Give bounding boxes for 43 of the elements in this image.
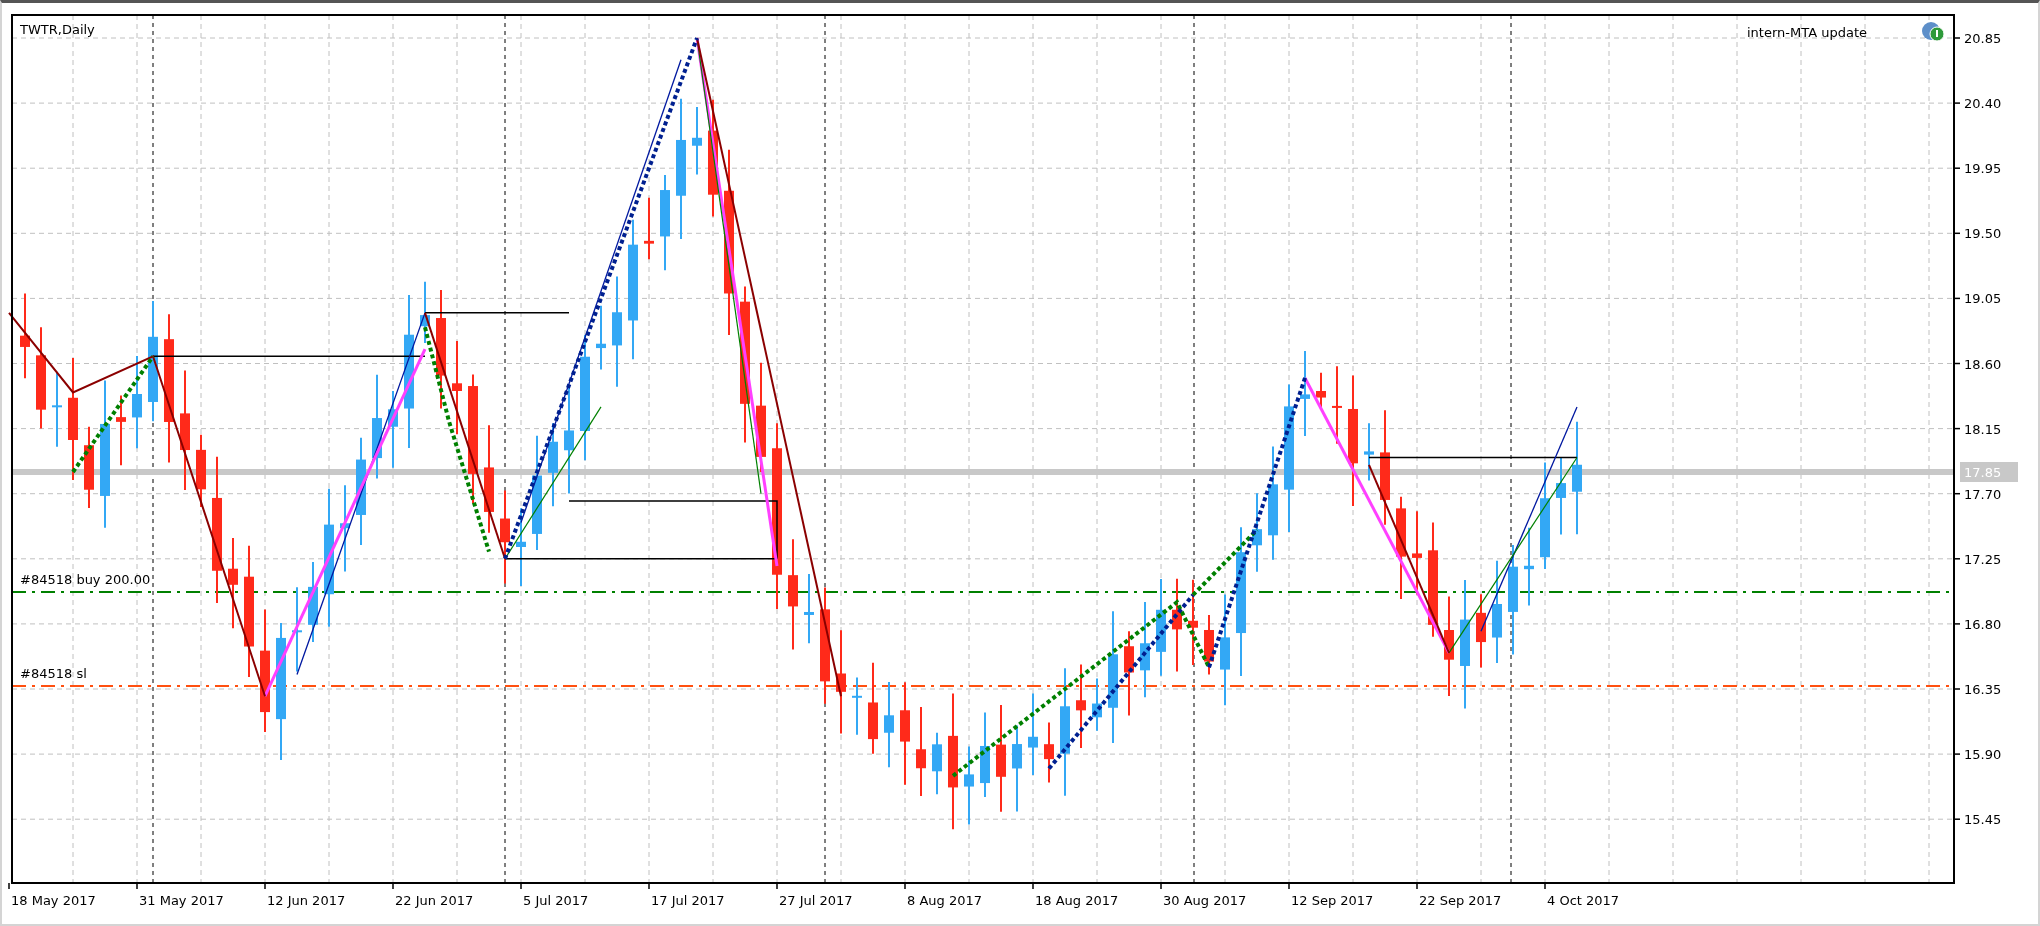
date-axis-label: 27 Jul 2017 [779, 893, 853, 908]
order-label: #84518 buy 200.00 [20, 572, 151, 588]
price-axis-label: 15.45 [1964, 812, 2002, 828]
candlestick [692, 106, 702, 176]
candlestick [420, 280, 430, 344]
price-axis-label: 17.70 [1964, 486, 2002, 502]
date-axis-label: 4 Oct 2017 [1547, 893, 1620, 908]
candlestick [596, 304, 606, 371]
date-axis-label: 12 Sep 2017 [1291, 893, 1374, 908]
price-axis-label: 15.90 [1964, 747, 2002, 763]
date-axis-label: 17 Jul 2017 [651, 893, 725, 908]
price-axis-label: 16.35 [1964, 682, 2002, 697]
date-axis-label: 30 Aug 2017 [1163, 893, 1247, 908]
candlestick [804, 573, 814, 645]
candlestick [932, 731, 942, 796]
price-axis-label: 18.15 [1964, 421, 2002, 437]
price-axis-label: 19.95 [1964, 161, 2002, 177]
current-price-marker [1960, 462, 2018, 482]
order-label: #84518 sl [20, 666, 87, 682]
price-axis-label: 19.05 [1964, 291, 2002, 307]
candlestick [644, 196, 654, 261]
date-axis-label: 31 May 2017 [139, 893, 224, 908]
indicator-label: intern-MTA update [1747, 25, 1867, 40]
price-axis-label: 19.50 [1964, 226, 2002, 242]
price-axis-label: 18.60 [1964, 356, 2002, 372]
date-axis-label: 5 Jul 2017 [523, 893, 589, 908]
candlestick [1364, 422, 1374, 482]
candlestick [852, 676, 862, 736]
date-axis-label: 12 Jun 2017 [267, 893, 346, 908]
price-axis-label: 17.25 [1964, 551, 2002, 567]
date-axis-label: 18 Aug 2017 [1035, 893, 1119, 908]
date-axis-label: 18 May 2017 [11, 893, 96, 908]
date-axis-label: 22 Sep 2017 [1419, 893, 1502, 908]
price-axis-label: 16.80 [1964, 616, 2002, 632]
price-axis-label: 20.40 [1964, 96, 2002, 112]
candlestick [1092, 677, 1102, 732]
date-axis-label: 22 Jun 2017 [395, 893, 474, 908]
globe-icon [1922, 22, 1945, 42]
candlestick [1044, 721, 1054, 784]
candlestick [1204, 613, 1214, 676]
chart-title: TWTR,Daily [20, 22, 95, 37]
price-axis-label: 20.85 [1964, 31, 2002, 46]
date-axis-label: 8 Aug 2017 [907, 893, 982, 908]
